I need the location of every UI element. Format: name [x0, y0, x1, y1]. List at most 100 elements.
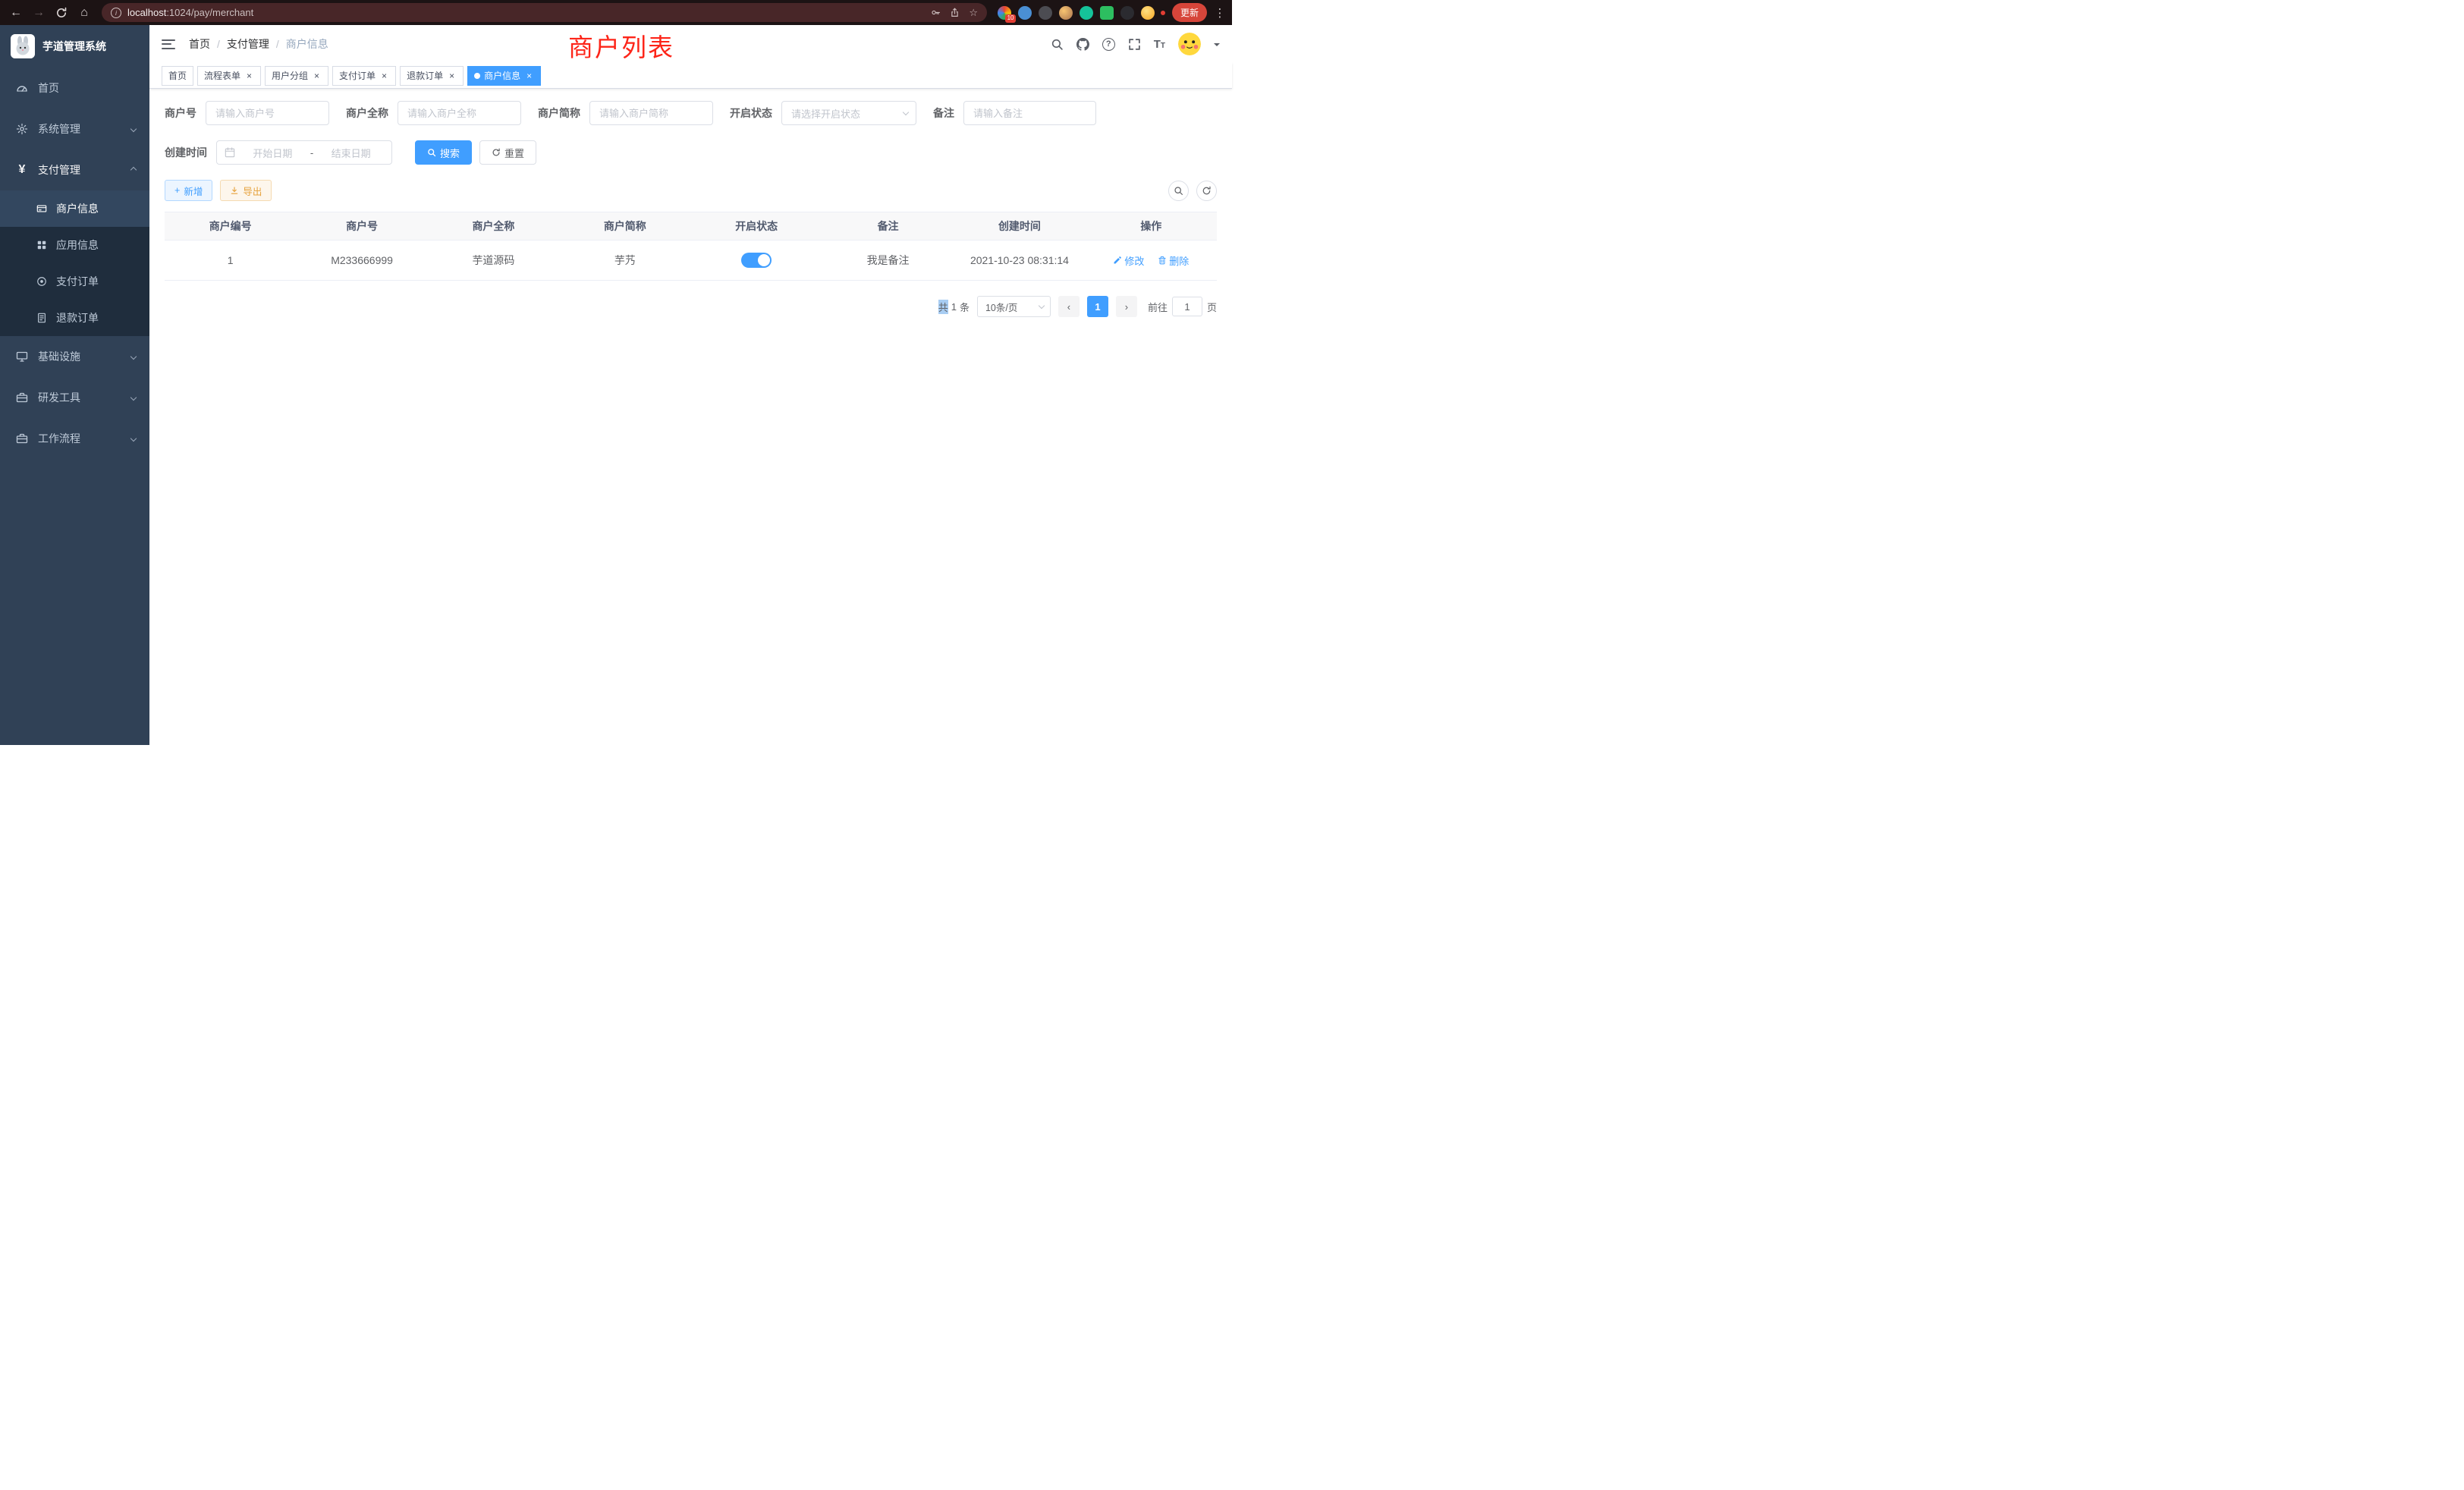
short-name-label: 商户简称	[538, 105, 580, 121]
tab-refund-orders[interactable]: 退款订单×	[400, 66, 464, 86]
help-icon[interactable]: ?	[1102, 38, 1115, 51]
url-path: :1024/pay/merchant	[166, 7, 253, 18]
calendar-icon	[225, 147, 235, 158]
next-page-button[interactable]: ›	[1116, 296, 1137, 317]
sidebar: 芋道管理系统 首页 系统管理 ¥ 支付管理 商户信息	[0, 25, 149, 745]
sidebar-item-payment[interactable]: ¥ 支付管理	[0, 149, 149, 190]
browser-back-icon[interactable]: ←	[6, 3, 26, 23]
table-row: 1 M233666999 芋道源码 芋艿 我是备注 2021-10-23 08:…	[165, 240, 1217, 281]
browser-menu-icon[interactable]: ⋮	[1214, 6, 1226, 20]
goto-label: 前往	[1148, 300, 1168, 314]
font-size-icon[interactable]: TT	[1154, 38, 1165, 51]
page-1-button[interactable]: 1	[1087, 296, 1108, 317]
sidebar-item-home[interactable]: 首页	[0, 68, 149, 108]
full-name-input[interactable]	[398, 101, 521, 125]
refresh-table-button[interactable]	[1196, 181, 1217, 201]
dashboard-icon	[15, 82, 29, 94]
table-header-row: 商户编号 商户号 商户全称 商户简称 开启状态 备注 创建时间 操作	[165, 212, 1217, 240]
bookmark-star-icon[interactable]: ☆	[969, 7, 978, 19]
extensions-area: 10	[995, 6, 1158, 20]
extension-icon-avatar[interactable]	[1059, 6, 1073, 20]
delete-link[interactable]: 删除	[1158, 253, 1189, 268]
edit-link[interactable]: 修改	[1113, 253, 1144, 268]
chevron-down-icon[interactable]	[1214, 43, 1220, 49]
close-icon[interactable]: ×	[244, 71, 254, 80]
browser-toolbar: ← → ⌂ i localhost :1024/pay/merchant ☆ 1…	[0, 0, 1232, 25]
grid-icon	[35, 240, 49, 250]
search-button[interactable]: 搜索	[415, 140, 472, 165]
close-icon[interactable]: ×	[312, 71, 322, 80]
remark-input[interactable]	[963, 101, 1096, 125]
payment-submenu: 商户信息 应用信息 支付订单 退款订单	[0, 190, 149, 336]
site-info-icon[interactable]: i	[111, 8, 121, 18]
tab-process-form[interactable]: 流程表单×	[197, 66, 261, 86]
extension-icon-black[interactable]	[1120, 6, 1134, 20]
sidebar-item-infrastructure[interactable]: 基础设施	[0, 336, 149, 377]
github-icon[interactable]	[1076, 38, 1089, 51]
table-toolbar: + 新增 导出	[165, 180, 1217, 201]
add-button[interactable]: + 新增	[165, 180, 212, 201]
reset-button[interactable]: 重置	[479, 140, 536, 165]
plus-icon: +	[174, 185, 180, 196]
tab-home[interactable]: 首页	[162, 66, 193, 86]
sidebar-item-dev-tools[interactable]: 研发工具	[0, 377, 149, 418]
create-time-label: 创建时间	[165, 145, 207, 160]
sidebar-item-system[interactable]: 系统管理	[0, 108, 149, 149]
breadcrumb-separator: /	[276, 38, 279, 50]
remark-label: 备注	[933, 105, 954, 121]
extension-icon-green-circle[interactable]	[1080, 6, 1093, 20]
status-select[interactable]: 请选择开启状态	[781, 101, 916, 125]
tab-merchant-info[interactable]: 商户信息×	[467, 66, 541, 86]
goto-page-input[interactable]	[1172, 297, 1202, 316]
header-tools: ? TT	[1051, 33, 1220, 55]
extension-icon-green-square[interactable]	[1100, 6, 1114, 20]
sidebar-item-merchant-info[interactable]: 商户信息	[0, 190, 149, 227]
breadcrumb-home[interactable]: 首页	[189, 36, 210, 52]
password-key-icon[interactable]	[931, 8, 941, 17]
status-toggle[interactable]	[741, 253, 772, 268]
toggle-search-button[interactable]	[1168, 181, 1189, 201]
browser-forward-icon[interactable]: →	[29, 3, 49, 23]
extension-icon-puzzle[interactable]: 10	[998, 6, 1011, 20]
close-icon[interactable]: ×	[524, 71, 534, 80]
cell-merchant-no: M233666999	[296, 240, 427, 281]
breadcrumb-payment[interactable]: 支付管理	[227, 36, 269, 52]
tab-payment-orders[interactable]: 支付订单×	[332, 66, 396, 86]
end-date-placeholder: 结束日期	[318, 146, 384, 160]
export-button[interactable]: 导出	[220, 180, 272, 201]
browser-update-button[interactable]: 更新	[1172, 3, 1207, 22]
sidebar-item-app-info[interactable]: 应用信息	[0, 227, 149, 263]
sidebar-item-refund-orders[interactable]: 退款订单	[0, 300, 149, 336]
close-icon[interactable]: ×	[447, 71, 457, 80]
app-logo[interactable]: 芋道管理系统	[0, 25, 149, 68]
sidebar-toggle-icon[interactable]	[162, 39, 175, 49]
date-separator: -	[310, 147, 313, 159]
sidebar-item-workflow[interactable]: 工作流程	[0, 418, 149, 459]
url-bar[interactable]: i localhost :1024/pay/merchant ☆	[102, 3, 987, 22]
annotation-title: 商户列表	[568, 27, 674, 64]
avatar[interactable]	[1178, 33, 1201, 55]
browser-home-icon[interactable]: ⌂	[74, 3, 94, 23]
prev-page-button[interactable]: ‹	[1058, 296, 1080, 317]
document-icon	[35, 313, 49, 323]
page-size-select[interactable]: 10条/页	[977, 296, 1051, 317]
chevron-down-icon	[130, 126, 137, 132]
extension-icon-blue[interactable]	[1018, 6, 1032, 20]
chevron-down-icon	[903, 108, 909, 115]
bank-card-icon	[35, 203, 49, 214]
merchant-no-input[interactable]	[206, 101, 329, 125]
pagination-total: 共 1 条	[938, 300, 970, 314]
chevron-down-icon	[130, 354, 137, 360]
browser-reload-icon[interactable]	[52, 3, 71, 23]
short-name-input[interactable]	[589, 101, 713, 125]
extension-icon-smiley[interactable]	[1141, 6, 1155, 20]
sidebar-item-payment-orders[interactable]: 支付订单	[0, 263, 149, 300]
tab-user-group[interactable]: 用户分组×	[265, 66, 328, 86]
share-icon[interactable]	[950, 8, 960, 17]
search-icon[interactable]	[1051, 38, 1064, 51]
fullscreen-icon[interactable]	[1128, 38, 1141, 51]
col-short-name: 商户简称	[559, 212, 690, 240]
extension-icon-dark[interactable]	[1039, 6, 1052, 20]
date-range-picker[interactable]: 开始日期 - 结束日期	[216, 140, 392, 165]
close-icon[interactable]: ×	[379, 71, 389, 80]
